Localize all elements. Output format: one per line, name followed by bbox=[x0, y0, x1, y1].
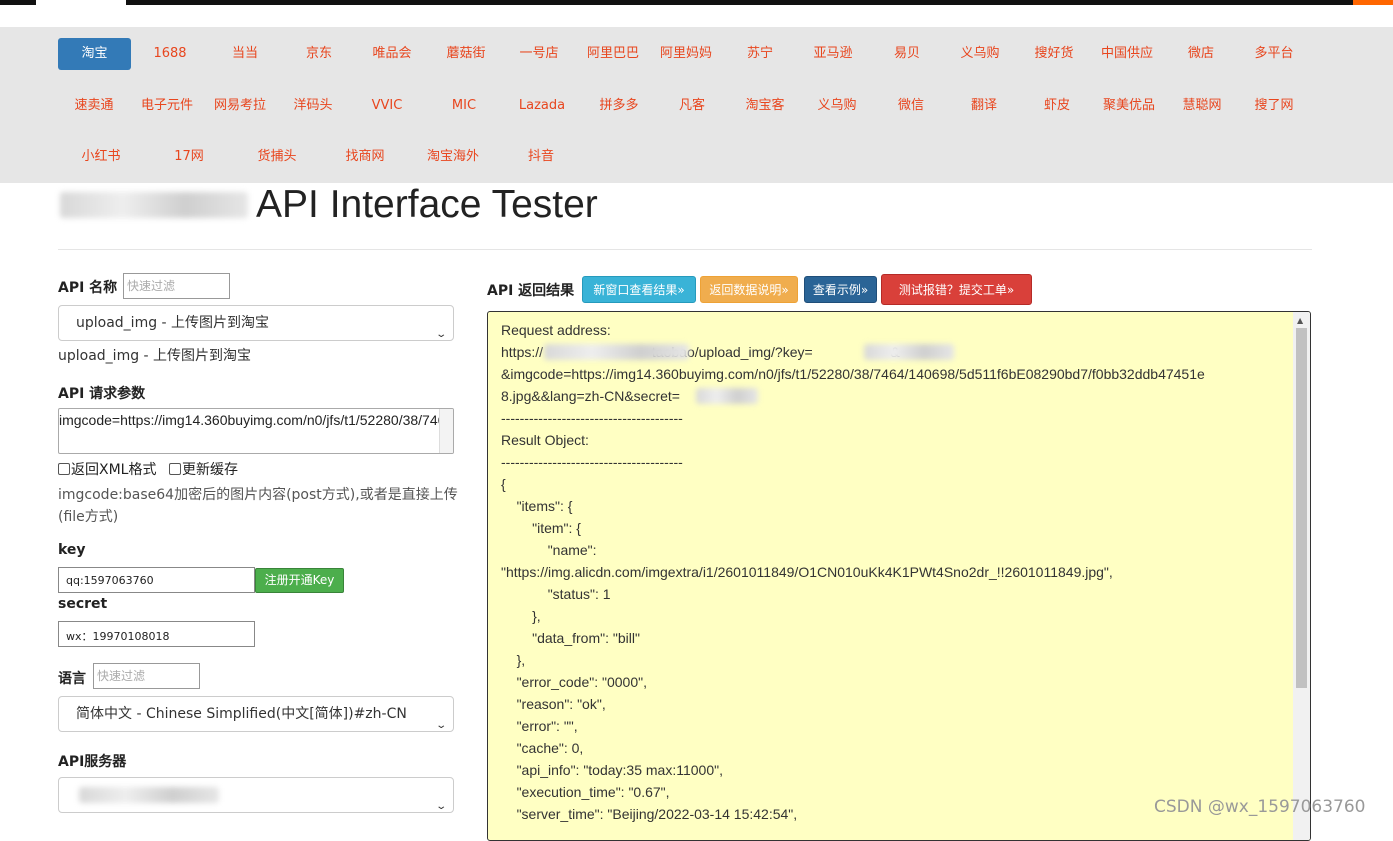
nav-item[interactable]: MIC bbox=[427, 90, 501, 122]
nav-item[interactable]: 易贝 bbox=[870, 38, 944, 70]
params-value: imgcode=https://img14.360buyimg.com/n0/j… bbox=[59, 412, 453, 428]
nav-item[interactable]: 中国供应 bbox=[1090, 38, 1164, 70]
platform-nav: 淘宝 1688 当当 京东 唯品会 蘑菇街 一号店 阿里巴巴 阿里妈妈 苏宁 亚… bbox=[0, 27, 1393, 183]
nav-item[interactable]: 抖音 bbox=[504, 141, 578, 173]
cache-checkbox[interactable]: 更新缓存 bbox=[169, 459, 238, 479]
nav-item[interactable]: 聚美优品 bbox=[1092, 90, 1166, 122]
checkbox-icon bbox=[169, 463, 181, 475]
nav-item[interactable]: 速卖通 bbox=[57, 90, 131, 122]
nav-item[interactable]: 17网 bbox=[152, 141, 226, 173]
nav-item[interactable]: Lazada bbox=[505, 90, 579, 122]
new-window-button[interactable]: 新窗口查看结果» bbox=[582, 276, 696, 303]
secret-input[interactable]: wx：19970108018 bbox=[58, 621, 255, 647]
nav-item[interactable]: 拼多多 bbox=[582, 90, 656, 122]
nav-item[interactable]: 义乌购 bbox=[800, 90, 874, 122]
nav-item[interactable]: VVIC bbox=[350, 90, 424, 122]
api-select[interactable]: upload_img - 上传图片到淘宝 ⌄ bbox=[58, 305, 454, 341]
nav-item[interactable]: 凡客 bbox=[655, 90, 729, 122]
redacted-server bbox=[79, 787, 219, 803]
nav-item[interactable]: 虾皮 bbox=[1020, 90, 1094, 122]
nav-item[interactable]: 当当 bbox=[208, 38, 282, 70]
xml-checkbox-label: 返回XML格式 bbox=[71, 462, 157, 478]
cache-checkbox-label: 更新缓存 bbox=[182, 462, 238, 478]
nav-item[interactable]: 微信 bbox=[874, 90, 948, 122]
redacted-key bbox=[864, 344, 954, 360]
server-select[interactable]: ⌄ bbox=[58, 777, 454, 813]
chevron-down-icon: ⌄ bbox=[434, 329, 447, 340]
nav-item[interactable]: 找商网 bbox=[328, 141, 402, 173]
nav-item[interactable]: 京东 bbox=[282, 38, 356, 70]
nav-item[interactable]: 搜了网 bbox=[1237, 90, 1311, 122]
scroll-up-icon[interactable]: ▲ bbox=[1297, 316, 1303, 325]
redacted-host bbox=[544, 344, 689, 360]
textarea-scrollbar[interactable] bbox=[439, 409, 453, 453]
nav-item[interactable]: 翻译 bbox=[947, 90, 1021, 122]
register-key-button[interactable]: 注册开通Key bbox=[255, 568, 344, 593]
nav-item[interactable]: 电子元件 bbox=[130, 90, 204, 122]
nav-item[interactable]: 唯品会 bbox=[355, 38, 429, 70]
nav-item[interactable]: 阿里巴巴 bbox=[576, 38, 650, 70]
params-label: API 请求参数 bbox=[58, 386, 146, 402]
nav-item[interactable]: 微店 bbox=[1164, 38, 1238, 70]
redacted-brand bbox=[60, 192, 248, 218]
divider bbox=[58, 249, 1312, 250]
redacted-secret bbox=[696, 388, 758, 404]
language-select[interactable]: 简体中文 - Chinese Simplified(中文[简体])#zh-CN ⌄ bbox=[58, 696, 454, 732]
chevron-down-icon: ⌄ bbox=[434, 720, 447, 731]
chevron-down-icon: ⌄ bbox=[434, 801, 447, 812]
nav-item[interactable]: 网易考拉 bbox=[203, 90, 277, 122]
key-label: key bbox=[58, 542, 86, 558]
top-bar bbox=[0, 0, 1393, 5]
params-textarea[interactable]: imgcode=https://img14.360buyimg.com/n0/j… bbox=[58, 408, 454, 454]
api-select-value: upload_img - 上传图片到淘宝 bbox=[76, 315, 270, 331]
result-label: API 返回结果 bbox=[487, 283, 575, 299]
nav-item[interactable]: 淘宝海外 bbox=[416, 141, 490, 173]
report-bug-button[interactable]: 测试报错？提交工单» bbox=[881, 274, 1032, 305]
xml-checkbox[interactable]: 返回XML格式 bbox=[58, 459, 156, 479]
nav-item[interactable]: 1688 bbox=[134, 38, 206, 70]
nav-item[interactable]: 淘宝客 bbox=[728, 90, 802, 122]
watermark: CSDN @wx_1597063760 bbox=[1154, 797, 1366, 817]
nav-item[interactable]: 义乌购 bbox=[943, 38, 1017, 70]
result-text: Request address: https:// taobao/upload_… bbox=[501, 322, 1205, 822]
nav-item[interactable]: 亚马逊 bbox=[796, 38, 870, 70]
param-help-text: imgcode:base64加密后的图片内容(post方式),或者是直接上传(f… bbox=[58, 487, 458, 525]
nav-item[interactable]: 货捕头 bbox=[240, 141, 314, 173]
api-description: upload_img - 上传图片到淘宝 bbox=[58, 348, 252, 364]
api-filter-input[interactable]: 快速过滤 bbox=[123, 273, 230, 299]
language-filter-input[interactable]: 快速过滤 bbox=[93, 663, 200, 689]
api-name-label: API 名称 bbox=[58, 280, 118, 296]
result-panel[interactable]: Request address: https:// taobao/upload_… bbox=[487, 311, 1311, 841]
nav-item[interactable]: 蘑菇街 bbox=[429, 38, 503, 70]
nav-item-taobao[interactable]: 淘宝 bbox=[58, 38, 131, 70]
scrollbar-thumb[interactable] bbox=[1296, 328, 1307, 688]
nav-item[interactable]: 搜好货 bbox=[1017, 38, 1091, 70]
nav-item[interactable]: 多平台 bbox=[1237, 38, 1311, 70]
secret-label: secret bbox=[58, 596, 108, 612]
nav-item[interactable]: 小红书 bbox=[64, 141, 138, 173]
nav-item[interactable]: 洋码头 bbox=[276, 90, 350, 122]
result-scrollbar[interactable]: ▲ bbox=[1293, 312, 1310, 840]
checkbox-icon bbox=[58, 463, 70, 475]
key-input[interactable]: qq:1597063760 bbox=[58, 567, 255, 593]
nav-item[interactable]: 苏宁 bbox=[723, 38, 797, 70]
page-title: API Interface Tester bbox=[256, 183, 598, 226]
language-select-value: 简体中文 - Chinese Simplified(中文[简体])#zh-CN bbox=[76, 706, 407, 722]
return-desc-button[interactable]: 返回数据说明» bbox=[700, 276, 798, 303]
server-label: API服务器 bbox=[58, 754, 127, 770]
nav-item[interactable]: 一号店 bbox=[502, 38, 576, 70]
nav-item[interactable]: 阿里妈妈 bbox=[649, 38, 723, 70]
language-label: 语言 bbox=[58, 671, 86, 687]
example-button[interactable]: 查看示例» bbox=[804, 276, 877, 303]
nav-item[interactable]: 慧聪网 bbox=[1165, 90, 1239, 122]
